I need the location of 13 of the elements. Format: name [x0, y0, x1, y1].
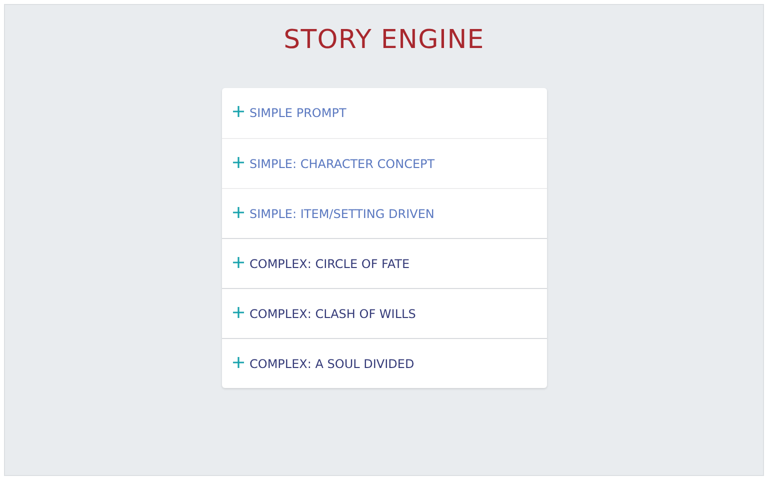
plus-icon	[232, 206, 244, 218]
plus-icon	[232, 256, 244, 268]
plus-icon	[232, 156, 244, 168]
accordion-item[interactable]: COMPLEX: A SOUL DIVIDED	[222, 338, 546, 388]
plus-icon	[232, 356, 244, 368]
app-title: STORY ENGINE	[284, 24, 484, 57]
accordion-item[interactable]: COMPLEX: CIRCLE OF FATE	[222, 238, 546, 288]
accordion-item[interactable]: COMPLEX: CLASH OF WILLS	[222, 288, 546, 338]
accordion-item[interactable]: SIMPLE: CHARACTER CONCEPT	[222, 138, 546, 188]
plus-icon	[232, 306, 244, 318]
accordion-item[interactable]: SIMPLE: ITEM/SETTING DRIVEN	[222, 188, 546, 238]
plus-icon	[232, 106, 244, 117]
accordion-item[interactable]: SIMPLE PROMPT	[222, 88, 546, 138]
